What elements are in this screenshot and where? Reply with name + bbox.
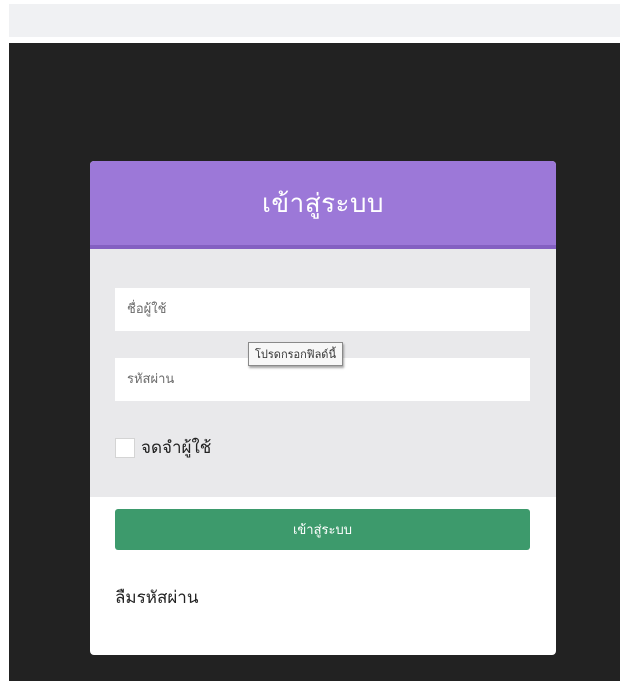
username-input[interactable] bbox=[115, 288, 530, 331]
login-card: เข้าสู่ระบบ โปรดกรอกฟิลด์นี้ จดจำผู้ใช้ … bbox=[90, 161, 556, 655]
forgot-password-link[interactable]: ลืมรหัสผ่าน bbox=[115, 584, 198, 611]
remember-me-row[interactable]: จดจำผู้ใช้ bbox=[115, 434, 211, 461]
login-button[interactable]: เข้าสู่ระบบ bbox=[115, 509, 530, 550]
login-title: เข้าสู่ระบบ bbox=[261, 188, 385, 219]
login-header: เข้าสู่ระบบ bbox=[90, 161, 556, 249]
validation-tooltip: โปรดกรอกฟิลด์นี้ bbox=[248, 342, 343, 366]
remember-me-checkbox[interactable] bbox=[115, 437, 135, 458]
browser-top-bar bbox=[9, 4, 620, 37]
remember-me-label: จดจำผู้ใช้ bbox=[141, 438, 212, 458]
login-form-panel: โปรดกรอกฟิลด์นี้ จดจำผู้ใช้ bbox=[90, 249, 556, 497]
